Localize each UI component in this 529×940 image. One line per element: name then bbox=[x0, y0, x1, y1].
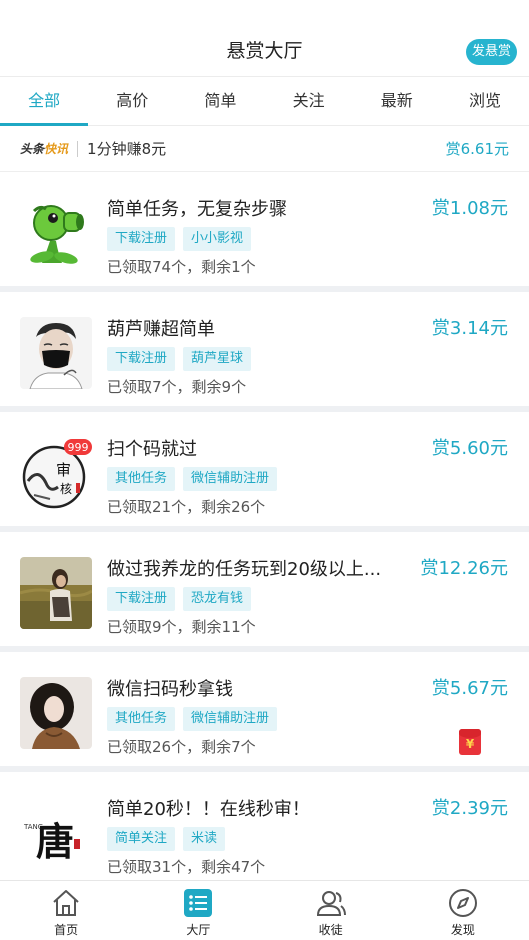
page-title: 悬赏大厅 bbox=[226, 40, 303, 62]
nav-home[interactable]: 首页 bbox=[0, 881, 132, 940]
nav-discover[interactable]: 发现 bbox=[397, 881, 529, 940]
task-stats: 已领取21个，剩余26个 bbox=[107, 498, 266, 516]
tab-all[interactable]: 全部 bbox=[0, 77, 89, 126]
tab-browse[interactable]: 浏览 bbox=[441, 77, 529, 125]
task-reward: 赏3.14元 bbox=[431, 318, 508, 339]
task-card[interactable]: 审 核 999 扫个码就过 赏5.60元 其他任务 微信辅助注册 已领取21个，… bbox=[0, 412, 529, 532]
task-tag: 其他任务 bbox=[107, 707, 176, 731]
task-tag: 其他任务 bbox=[107, 467, 176, 491]
nav-discover-label: 发现 bbox=[450, 923, 475, 937]
task-title: 葫芦赚超简单 bbox=[107, 319, 215, 340]
tab-simple[interactable]: 简单 bbox=[176, 77, 264, 125]
task-card[interactable]: 简单任务，无复杂步骤 赏1.08元 下载注册 小小影视 已领取74个，剩余1个 bbox=[0, 172, 529, 292]
hall-list-icon bbox=[184, 889, 213, 917]
task-tag: 米读 bbox=[183, 827, 226, 851]
nav-home-label: 首页 bbox=[54, 923, 79, 937]
task-reward: 赏1.08元 bbox=[431, 198, 508, 219]
task-title: 扫个码就过 bbox=[107, 439, 197, 460]
task-tag: 简单关注 bbox=[107, 827, 176, 851]
task-avatar-field-photo bbox=[20, 557, 92, 629]
nav-hall-label: 大厅 bbox=[186, 923, 211, 937]
task-title: 简单20秒！！在线秒审！ bbox=[107, 799, 310, 820]
red-envelope-icon[interactable]: ¥ bbox=[459, 729, 481, 755]
tab-newest[interactable]: 最新 bbox=[353, 77, 441, 125]
news-brand-logo: 头条快讯 bbox=[20, 142, 69, 156]
tab-following[interactable]: 关注 bbox=[265, 77, 353, 125]
task-reward: 赏2.39元 bbox=[431, 798, 508, 819]
task-title: 微信扫码秒拿钱 bbox=[107, 679, 233, 700]
home-icon bbox=[53, 890, 79, 916]
bottom-nav: 首页 大厅 收徒 发现 bbox=[0, 880, 529, 940]
avatar-text-2: 核 bbox=[60, 482, 72, 496]
task-tag: 恐龙有钱 bbox=[183, 587, 252, 611]
task-tags: 其他任务 微信辅助注册 bbox=[107, 467, 278, 491]
task-tag: 微信辅助注册 bbox=[183, 707, 278, 731]
task-avatar-masked-man bbox=[20, 317, 92, 389]
task-stats: 已领取9个，剩余11个 bbox=[107, 618, 256, 636]
task-tags: 下载注册 葫芦星球 bbox=[107, 347, 252, 371]
task-tags: 简单关注 米读 bbox=[107, 827, 226, 851]
compass-icon bbox=[448, 889, 477, 917]
task-tag: 葫芦星球 bbox=[183, 347, 252, 371]
app-header: 悬赏大厅 发悬赏 bbox=[0, 0, 529, 76]
task-avatar-review-ink: 审 核 999 bbox=[20, 437, 92, 509]
news-text: 1分钟赚8元 bbox=[87, 140, 167, 158]
task-card[interactable]: TANG 唐 简单20秒！！在线秒审！ 赏2.39元 简单关注 米读 已领取31… bbox=[0, 772, 529, 892]
task-tags: 下载注册 小小影视 bbox=[107, 227, 252, 251]
task-tags: 其他任务 微信辅助注册 bbox=[107, 707, 278, 731]
news-divider bbox=[77, 140, 79, 157]
task-reward: 赏5.60元 bbox=[431, 438, 508, 459]
task-stats: 已领取7个，剩余9个 bbox=[107, 378, 247, 396]
task-stats: 已领取74个，剩余1个 bbox=[107, 258, 256, 276]
task-card[interactable]: 微信扫码秒拿钱 赏5.67元 其他任务 微信辅助注册 已领取26个，剩余7个 ¥ bbox=[0, 652, 529, 772]
nav-apprentice-label: 收徒 bbox=[318, 923, 343, 937]
nav-apprentice[interactable]: 收徒 bbox=[265, 881, 397, 940]
task-avatar-tang-calligraphy: TANG 唐 bbox=[20, 797, 92, 869]
nav-hall[interactable]: 大厅 bbox=[132, 881, 264, 940]
category-tabs: 全部 高价 简单 关注 最新 浏览 bbox=[0, 76, 529, 126]
post-reward-button[interactable]: 发悬赏 bbox=[465, 39, 517, 65]
users-icon bbox=[316, 891, 346, 916]
avatar-text: 唐 bbox=[36, 819, 74, 864]
task-stats: 已领取26个，剩余7个 bbox=[107, 738, 256, 756]
task-stats: 已领取31个，剩余47个 bbox=[107, 858, 266, 876]
task-card[interactable]: 做过我养龙的任务玩到20级以上... 赏12.26元 下载注册 恐龙有钱 已领取… bbox=[0, 532, 529, 652]
task-tags: 下载注册 恐龙有钱 bbox=[107, 587, 252, 611]
task-tag: 下载注册 bbox=[107, 587, 176, 611]
news-ticker[interactable]: 头条快讯 1分钟赚8元 赏6.61元 bbox=[0, 126, 529, 172]
tab-high-price[interactable]: 高价 bbox=[88, 77, 176, 125]
avatar-badge: 999 bbox=[68, 441, 89, 454]
task-avatar-peashooter bbox=[20, 197, 92, 269]
task-title: 简单任务，无复杂步骤 bbox=[107, 199, 287, 220]
task-tag: 微信辅助注册 bbox=[183, 467, 278, 491]
task-reward: 赏12.26元 bbox=[420, 558, 508, 579]
avatar-text-1: 审 bbox=[56, 461, 71, 479]
task-list: 简单任务，无复杂步骤 赏1.08元 下载注册 小小影视 已领取74个，剩余1个 … bbox=[0, 172, 529, 892]
task-tag: 小小影视 bbox=[183, 227, 252, 251]
task-title: 做过我养龙的任务玩到20级以上... bbox=[107, 559, 382, 580]
task-card[interactable]: 葫芦赚超简单 赏3.14元 下载注册 葫芦星球 已领取7个，剩余9个 bbox=[0, 292, 529, 412]
task-tag: 下载注册 bbox=[107, 227, 176, 251]
task-avatar-curly-woman bbox=[20, 677, 92, 749]
task-reward: 赏5.67元 bbox=[431, 678, 508, 699]
task-tag: 下载注册 bbox=[107, 347, 176, 371]
news-reward: 赏6.61元 bbox=[445, 140, 509, 158]
